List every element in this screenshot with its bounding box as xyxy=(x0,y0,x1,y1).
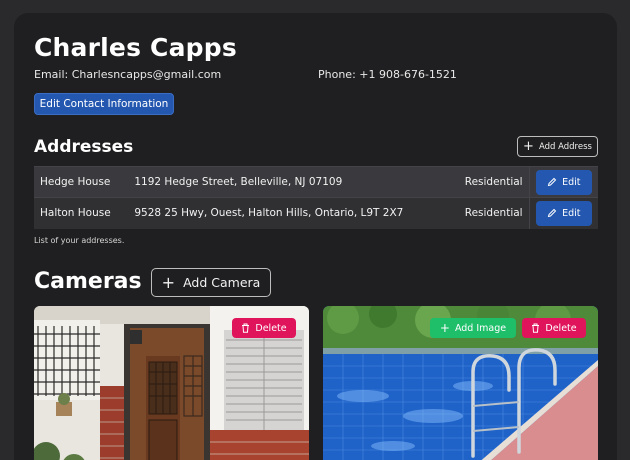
add-image-button[interactable]: + Add Image xyxy=(430,318,516,338)
profile-name: Charles Capps xyxy=(34,33,237,62)
address-text: 9528 25 Hwy, Ouest, Halton Hills, Ontari… xyxy=(128,197,459,229)
pencil-icon xyxy=(547,177,557,187)
addresses-caption: List of your addresses. xyxy=(34,236,125,245)
edit-label: Edit xyxy=(562,176,581,188)
edit-address-button[interactable]: Edit xyxy=(535,169,592,195)
edit-contact-button[interactable]: Edit Contact Information xyxy=(34,93,174,115)
add-address-button[interactable]: + Add Address xyxy=(517,136,598,157)
add-camera-button[interactable]: + Add Camera xyxy=(151,268,271,297)
table-row: Halton House 9528 25 Hwy, Ouest, Halton … xyxy=(34,197,598,229)
trash-icon xyxy=(242,323,250,333)
add-camera-label: Add Camera xyxy=(183,275,261,290)
delete-camera-button[interactable]: Delete xyxy=(522,318,586,338)
add-image-label: Add Image xyxy=(454,322,507,334)
camera-card[interactable]: Delete xyxy=(34,306,309,460)
profile-phone: Phone: +1 908-676-1521 xyxy=(318,68,457,81)
address-text: 1192 Hedge Street, Belleville, NJ 07109 xyxy=(128,166,459,198)
plus-icon: + xyxy=(523,139,534,154)
address-name: Halton House xyxy=(34,197,129,229)
edit-address-button[interactable]: Edit xyxy=(535,200,592,226)
plus-icon: + xyxy=(161,272,176,292)
addresses-title: Addresses xyxy=(34,137,134,157)
address-type: Residential xyxy=(458,197,530,229)
plus-icon: + xyxy=(439,321,450,335)
addresses-table: Hedge House 1192 Hedge Street, Bellevill… xyxy=(34,166,598,229)
delete-label: Delete xyxy=(545,322,577,334)
delete-camera-button[interactable]: Delete xyxy=(232,318,296,338)
cameras-title: Cameras xyxy=(34,269,142,294)
trash-icon xyxy=(532,323,540,333)
add-address-label: Add Address xyxy=(538,141,592,152)
delete-label: Delete xyxy=(255,322,287,334)
camera-card[interactable]: + Add Image Delete xyxy=(323,306,598,460)
address-name: Hedge House xyxy=(34,166,129,198)
profile-email: Email: Charlesncapps@gmail.com xyxy=(34,68,222,81)
pencil-icon xyxy=(547,209,557,218)
address-type: Residential xyxy=(458,166,530,198)
table-row: Hedge House 1192 Hedge Street, Bellevill… xyxy=(34,166,598,198)
profile-panel: Charles Capps Email: Charlesncapps@gmail… xyxy=(14,13,617,460)
edit-label: Edit xyxy=(562,207,581,219)
